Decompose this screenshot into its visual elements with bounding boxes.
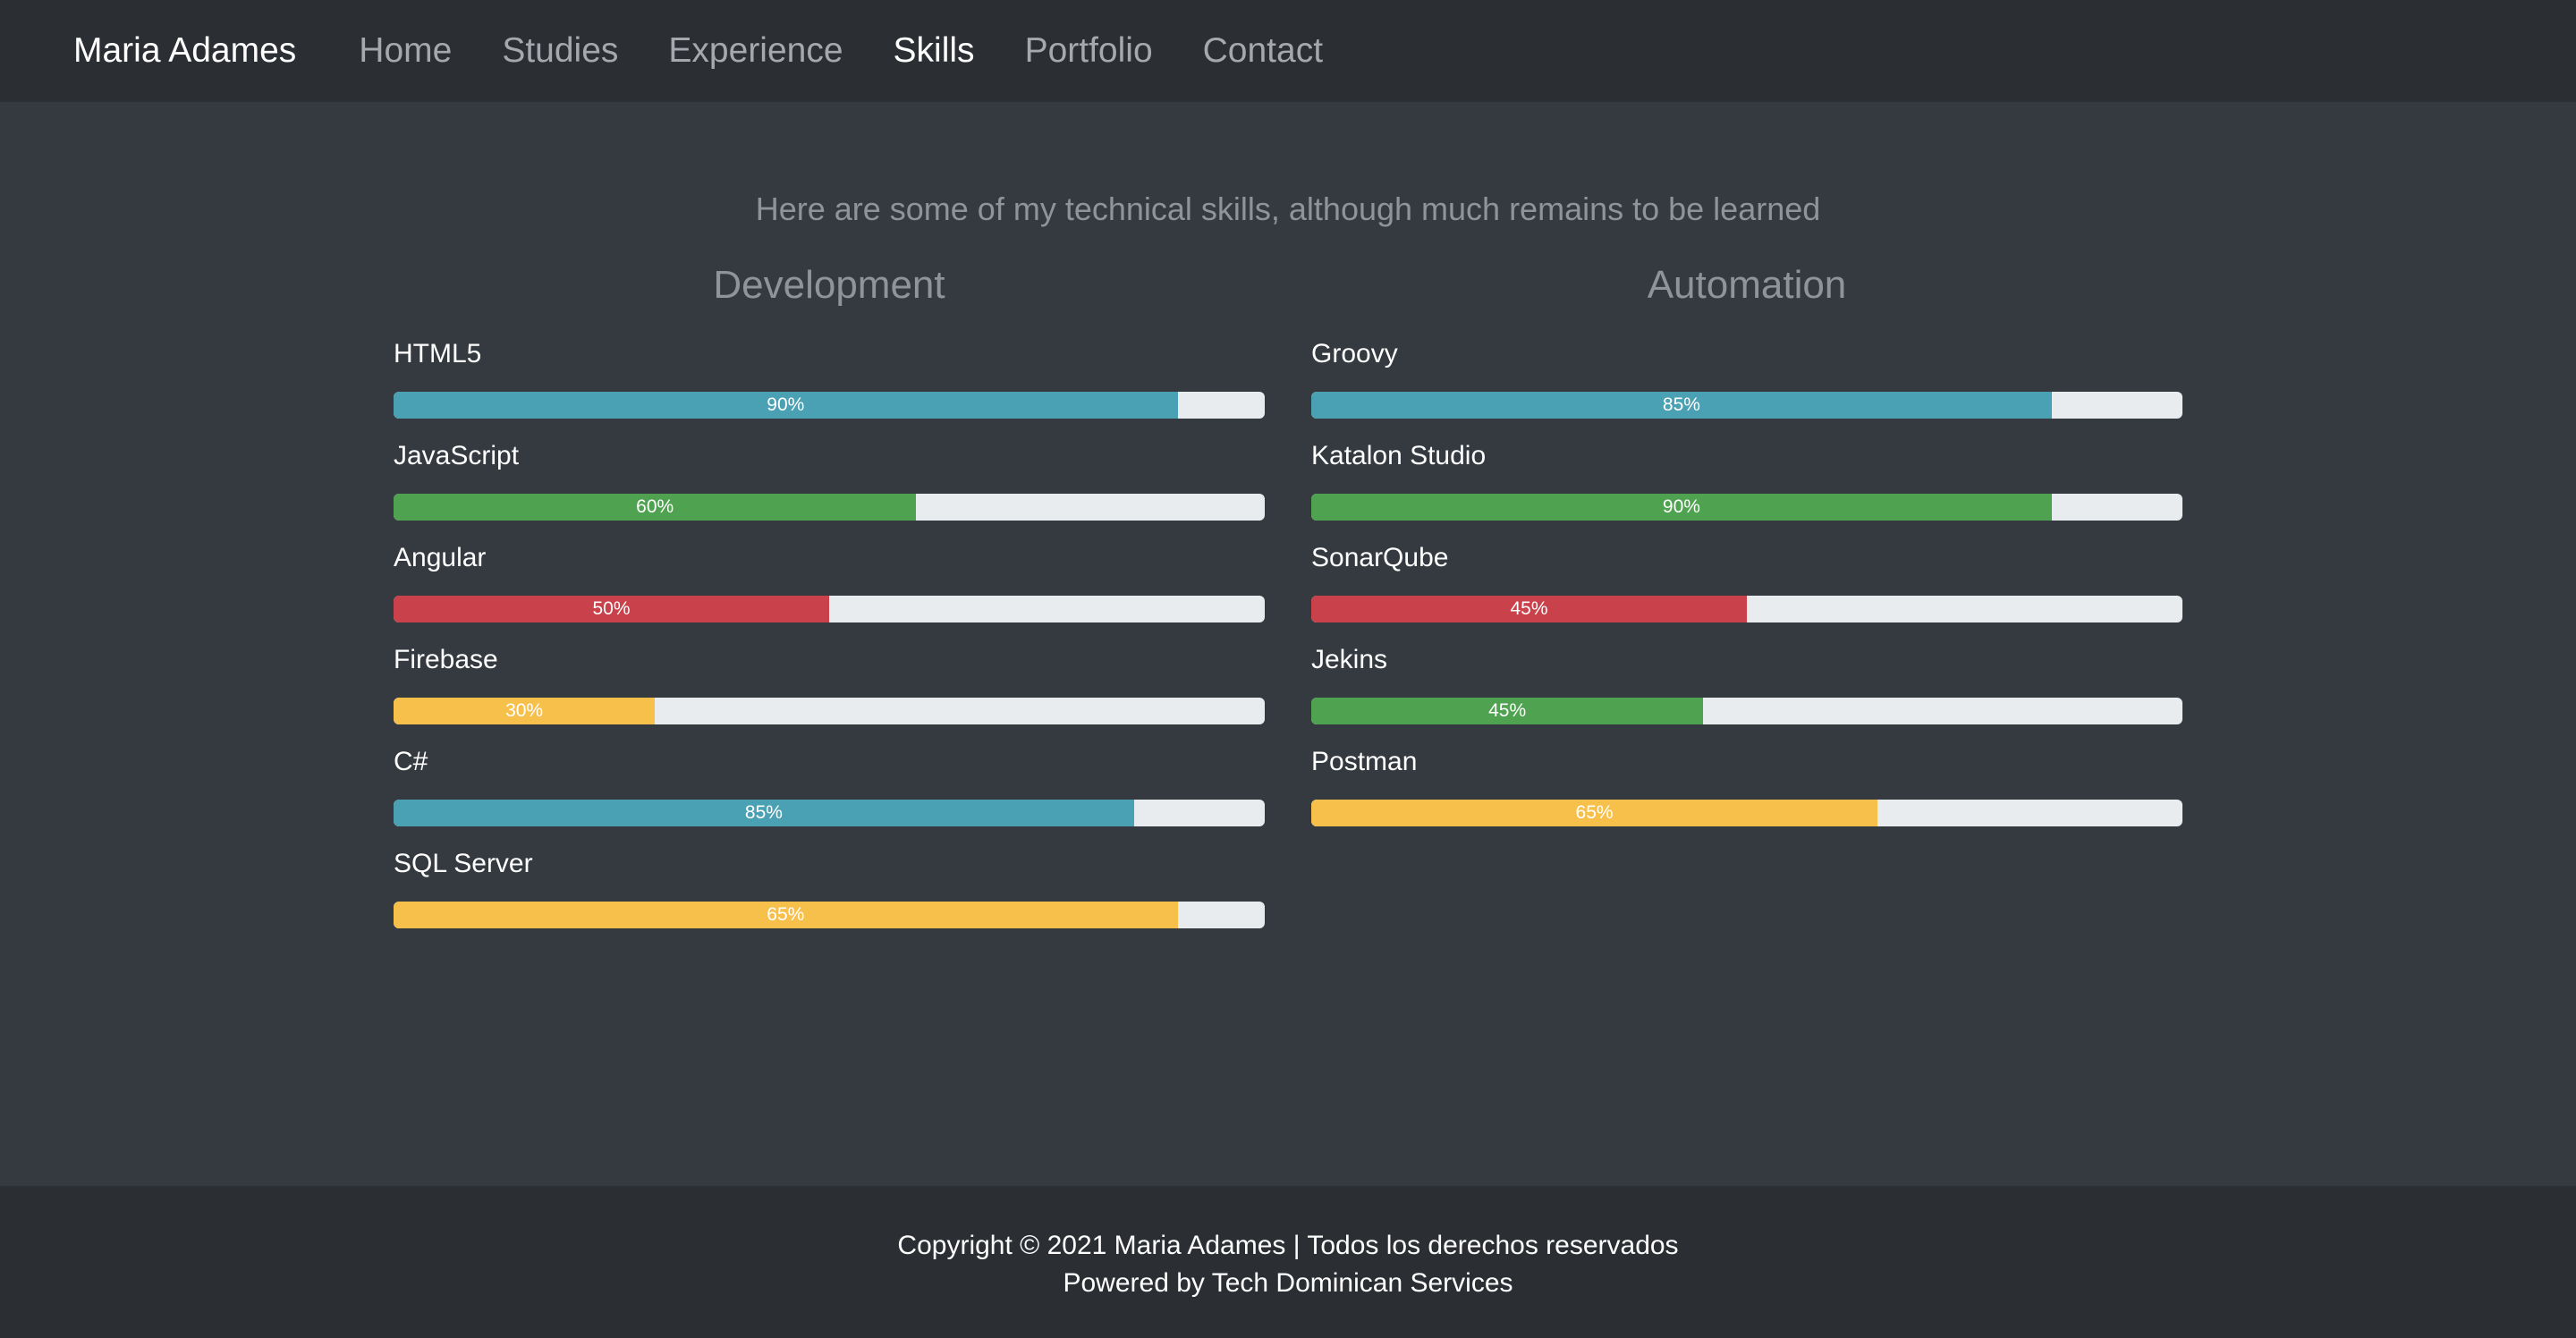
- progress-bar: 45%: [1311, 596, 1747, 622]
- development-column: Development HTML5 90% JavaScript 60% Ang…: [394, 259, 1265, 944]
- skill-item: JavaScript 60%: [394, 435, 1265, 537]
- nav-link-portfolio[interactable]: Portfolio: [1025, 31, 1153, 71]
- skill-item: Katalon Studio 90%: [1311, 435, 2182, 537]
- skill-label: Angular: [394, 543, 487, 572]
- skill-item: C# 85%: [394, 741, 1265, 843]
- skill-label: C#: [394, 747, 428, 776]
- skill-label: HTML5: [394, 339, 482, 368]
- skill-label: Postman: [1311, 747, 1418, 776]
- nav-link-home[interactable]: Home: [359, 31, 452, 71]
- progress-track: 85%: [394, 800, 1265, 826]
- brand-link[interactable]: Maria Adames: [73, 31, 296, 71]
- skill-label: Katalon Studio: [1311, 441, 1487, 470]
- nav-link-skills[interactable]: Skills: [894, 31, 975, 71]
- nav-links: Home Studies Experience Skills Portfolio…: [359, 31, 1373, 71]
- skill-item: SQL Server 65%: [394, 843, 1265, 944]
- progress-track: 90%: [1311, 494, 2182, 521]
- progress-track: 60%: [394, 494, 1265, 521]
- skill-item: Groovy 85%: [1311, 333, 2182, 435]
- skill-label: SQL Server: [394, 849, 533, 878]
- progress-bar: 45%: [1311, 698, 1704, 724]
- skill-label: Firebase: [394, 645, 498, 674]
- skill-item: Firebase 30%: [394, 639, 1265, 741]
- progress-bar: 60%: [394, 494, 917, 521]
- skill-item: Jekins 45%: [1311, 639, 2182, 741]
- skill-item: Postman 65%: [1311, 741, 2182, 843]
- progress-track: 45%: [1311, 698, 2182, 724]
- powered-by-text: Powered by Tech Dominican Services: [1063, 1268, 1513, 1298]
- skill-label: SonarQube: [1311, 543, 1449, 572]
- nav-link-studies[interactable]: Studies: [502, 31, 618, 71]
- skill-item: SonarQube 45%: [1311, 537, 2182, 639]
- progress-bar: 85%: [394, 800, 1134, 826]
- skill-label: Jekins: [1311, 645, 1388, 674]
- skill-label: JavaScript: [394, 441, 520, 470]
- nav-link-contact[interactable]: Contact: [1203, 31, 1323, 71]
- progress-bar: 65%: [394, 902, 1178, 928]
- skill-item: HTML5 90%: [394, 333, 1265, 435]
- progress-track: 85%: [1311, 392, 2182, 419]
- progress-track: 30%: [394, 698, 1265, 724]
- progress-track: 65%: [1311, 800, 2182, 826]
- skill-item: Angular 50%: [394, 537, 1265, 639]
- navbar: Maria Adames Home Studies Experience Ski…: [0, 0, 2576, 102]
- progress-track: 65%: [394, 902, 1265, 928]
- progress-track: 90%: [394, 392, 1265, 419]
- column-title-development: Development: [713, 263, 945, 307]
- skills-tagline: Here are some of my technical skills, al…: [755, 191, 1821, 227]
- footer: Copyright © 2021 Maria Adames | Todos lo…: [0, 1186, 2576, 1338]
- progress-bar: 30%: [394, 698, 656, 724]
- skill-label: Groovy: [1311, 339, 1398, 368]
- progress-bar: 90%: [1311, 494, 2052, 521]
- progress-bar: 90%: [394, 392, 1178, 419]
- progress-bar: 85%: [1311, 392, 2052, 419]
- copyright-text: Copyright © 2021 Maria Adames | Todos lo…: [897, 1231, 1679, 1260]
- automation-column: Automation Groovy 85% Katalon Studio 90%…: [1311, 259, 2182, 843]
- progress-bar: 50%: [394, 596, 829, 622]
- skills-section: Here are some of my technical skills, al…: [0, 102, 2576, 1186]
- progress-bar: 65%: [1311, 800, 1878, 826]
- nav-link-experience[interactable]: Experience: [668, 31, 843, 71]
- progress-track: 50%: [394, 596, 1265, 622]
- progress-track: 45%: [1311, 596, 2182, 622]
- column-title-automation: Automation: [1647, 263, 1847, 307]
